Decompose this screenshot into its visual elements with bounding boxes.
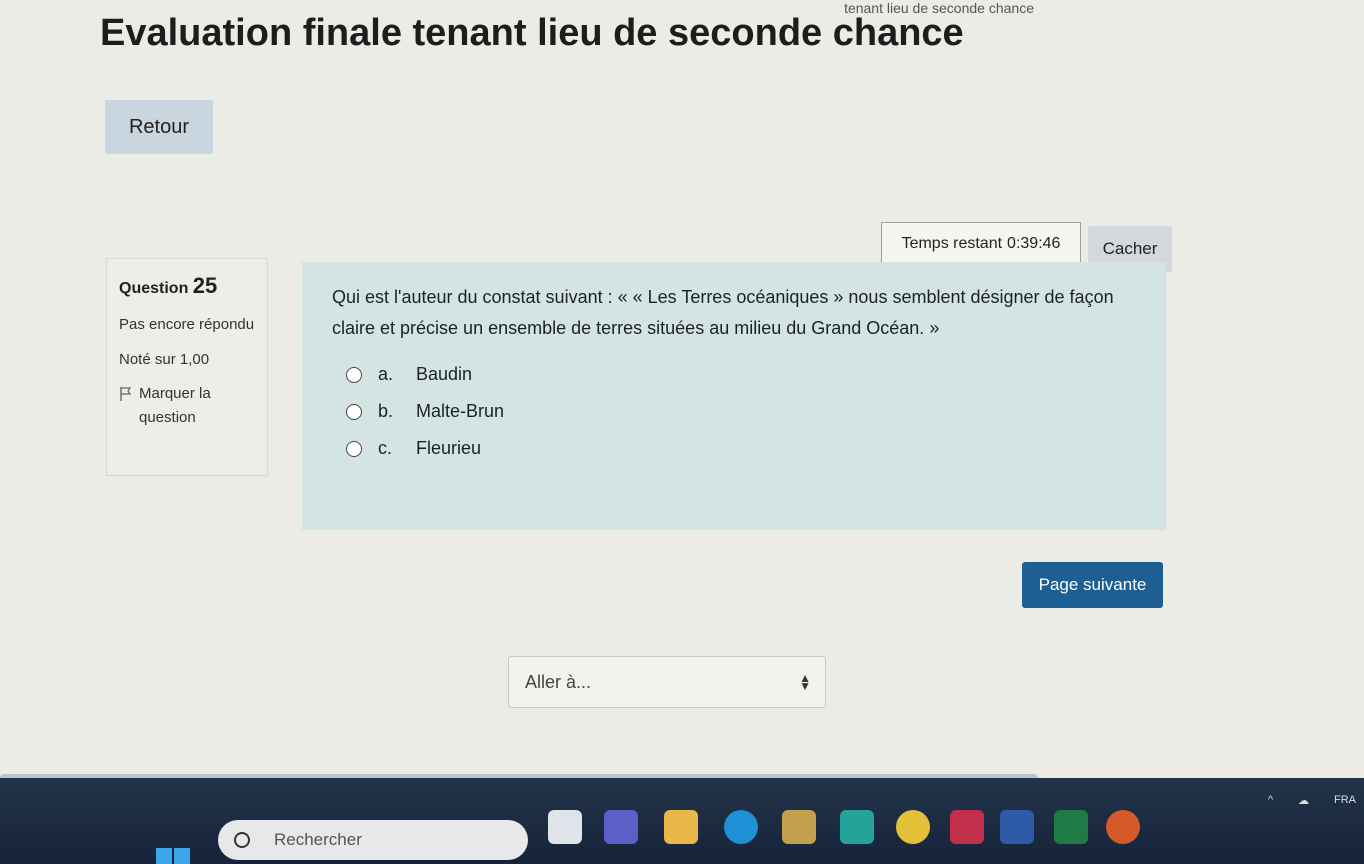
excel-icon[interactable]: [1054, 810, 1088, 844]
question-content: Qui est l'auteur du constat suivant : « …: [302, 262, 1166, 530]
question-number-line: Question 25: [119, 273, 255, 299]
back-button[interactable]: Retour: [105, 100, 213, 154]
timer-value: 0:39:46: [1007, 235, 1061, 252]
question-label: Question: [119, 280, 189, 297]
edge-browser-icon[interactable]: [724, 810, 758, 844]
answer-text: Baudin: [416, 364, 473, 384]
task-view-icon[interactable]: [548, 810, 582, 844]
question-grade: Noté sur 1,00: [119, 351, 210, 368]
language-indicator[interactable]: FRA: [1334, 794, 1356, 806]
answer-option-c[interactable]: c. Fleurieu: [346, 430, 1136, 467]
app-icon[interactable]: [840, 810, 874, 844]
page-title: Evaluation finale tenant lieu de seconde…: [100, 12, 964, 54]
windows-start-icon[interactable]: [156, 848, 190, 864]
chevron-updown-icon: ▲ ▼: [799, 671, 811, 693]
radio-button[interactable]: [346, 366, 362, 383]
next-page-button[interactable]: Page suivante: [1022, 562, 1163, 608]
flag-icon: [120, 387, 132, 401]
radio-button[interactable]: [346, 403, 362, 420]
mcafee-icon[interactable]: [950, 810, 984, 844]
file-explorer-icon[interactable]: [664, 810, 698, 844]
radio-button[interactable]: [346, 440, 362, 457]
store-icon[interactable]: [782, 810, 816, 844]
word-icon[interactable]: [1000, 810, 1034, 844]
taskbar-search-input[interactable]: Rechercher: [218, 820, 528, 860]
network-icon[interactable]: ☁: [1298, 794, 1309, 807]
answer-text: Fleurieu: [416, 438, 482, 458]
app-icon[interactable]: [1106, 810, 1140, 844]
taskbar: Rechercher ^ ☁ FRA: [0, 778, 1364, 864]
chrome-icon[interactable]: [896, 810, 930, 844]
jump-to-select[interactable]: Aller à... ▲ ▼: [508, 656, 826, 708]
taskbar-search-placeholder: Rechercher: [274, 830, 362, 849]
answer-options: a. Baudin b. Malte-Brun c. Fleurieu: [346, 356, 1136, 467]
teams-icon[interactable]: [604, 810, 638, 844]
answer-option-b[interactable]: b. Malte-Brun: [346, 393, 1136, 430]
jump-to-value: Aller à...: [525, 671, 592, 692]
timer: Temps restant 0:39:46: [881, 222, 1081, 266]
question-text: Qui est l'auteur du constat suivant : « …: [332, 287, 1114, 338]
answer-letter: b.: [378, 401, 394, 421]
timer-label: Temps restant: [901, 235, 1003, 252]
answer-option-a[interactable]: a. Baudin: [346, 356, 1136, 393]
question-status: Pas encore répondu: [119, 316, 255, 333]
answer-text: Malte-Brun: [416, 401, 505, 421]
answer-letter: a.: [378, 364, 394, 384]
flag-question-link[interactable]: Marquer la question: [119, 382, 255, 430]
answer-letter: c.: [378, 438, 393, 458]
question-info-panel: Question 25 Pas encore répondu Noté sur …: [106, 258, 268, 476]
search-icon: [234, 832, 250, 848]
tray-chevron-icon[interactable]: ^: [1268, 794, 1273, 806]
question-number: 25: [192, 273, 218, 298]
flag-question-label: Marquer la question: [139, 385, 211, 426]
